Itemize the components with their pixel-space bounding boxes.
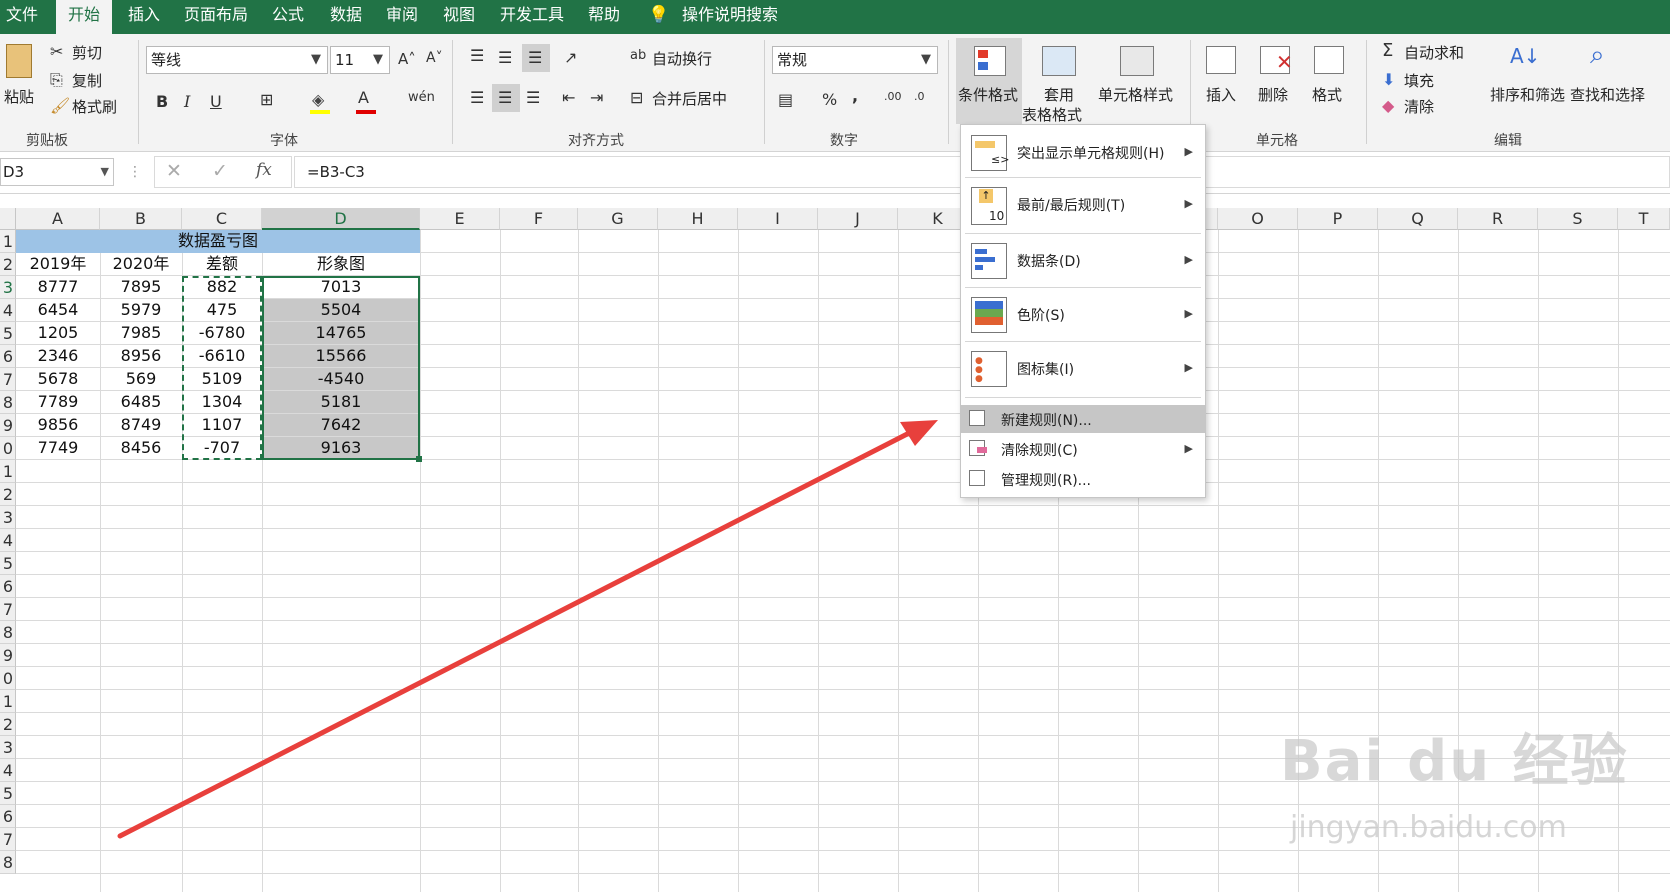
annotation-arrow (117, 420, 938, 839)
arrow-shaft (117, 427, 918, 839)
